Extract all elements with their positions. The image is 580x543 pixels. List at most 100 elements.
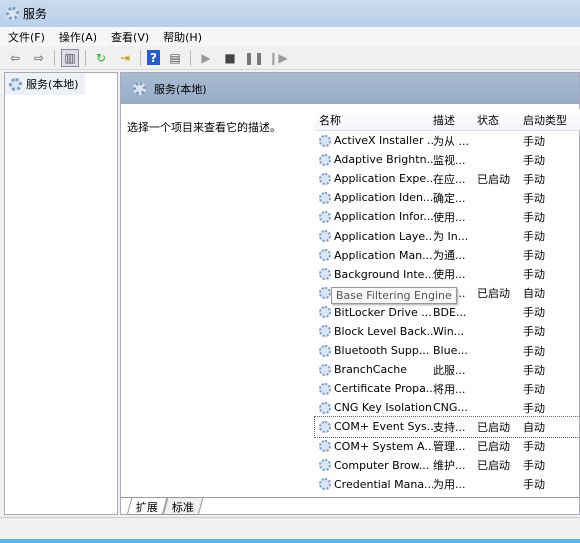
service-name: Background Inte... bbox=[334, 267, 433, 281]
table-row[interactable]: COM+ System A... 管理... 已启动 手动 bbox=[315, 437, 580, 456]
service-gear-icon bbox=[319, 230, 331, 243]
cell-startup-type: 手动 bbox=[523, 249, 545, 263]
cell-startup-type: 手动 bbox=[523, 478, 545, 492]
tree-node-services-local[interactable]: 服务(本地) bbox=[5, 73, 85, 95]
cell-startup-type: 手动 bbox=[523, 268, 545, 282]
service-name: CNG Key Isolation bbox=[334, 401, 432, 415]
service-gear-icon bbox=[319, 440, 331, 453]
cell-startup-type: 手动 bbox=[523, 306, 545, 320]
forward-icon[interactable]: ⇨ bbox=[30, 49, 48, 67]
service-name: Application Expe... bbox=[334, 172, 433, 186]
cell-startup-type: 手动 bbox=[523, 134, 545, 148]
properties-icon[interactable]: ▤ bbox=[166, 49, 184, 67]
service-gear-icon bbox=[319, 459, 331, 472]
cell-startup-type: 手动 bbox=[523, 153, 545, 167]
pause-icon[interactable]: ❚❚ bbox=[244, 49, 264, 67]
refresh-icon[interactable]: ↻ bbox=[92, 49, 110, 67]
cell-description: 将用... bbox=[433, 382, 466, 396]
back-icon[interactable]: ⇦ bbox=[6, 49, 24, 67]
console-tree: 服务(本地) bbox=[4, 72, 118, 515]
column-status[interactable]: 状态 bbox=[477, 112, 523, 128]
table-row[interactable]: COM+ Event Sys... 支持... 已启动 自动 bbox=[314, 416, 580, 438]
cell-description: BDE... bbox=[433, 305, 467, 319]
cell-status: 已启动 bbox=[477, 287, 510, 301]
menu-help[interactable]: 帮助(H) bbox=[163, 29, 202, 45]
cell-startup-type: 手动 bbox=[523, 459, 545, 473]
tab-extended[interactable]: 扩展 bbox=[126, 498, 168, 515]
cell-startup-type: 手动 bbox=[523, 401, 545, 415]
service-name: BranchCache bbox=[334, 363, 408, 377]
list-header: 名称 描述 状态 启动类型 bbox=[315, 109, 580, 131]
table-row[interactable]: Application Man... 为通... 手动 bbox=[315, 246, 580, 265]
cell-name: COM+ Event Sys... bbox=[315, 420, 433, 433]
service-name: ActiveX Installer ... bbox=[334, 134, 433, 148]
service-name: Computer Brow... bbox=[334, 458, 430, 472]
table-row[interactable]: BranchCache 此服... 手动 bbox=[315, 360, 580, 379]
table-row[interactable]: BitLocker Drive ... BDE... 手动 bbox=[315, 303, 580, 322]
column-description[interactable]: 描述 bbox=[433, 112, 477, 128]
table-row[interactable]: Application Iden... 确定... 手动 bbox=[315, 188, 580, 207]
cell-description: 为用... bbox=[433, 478, 466, 492]
help-icon[interactable]: ? bbox=[147, 50, 160, 65]
start-icon[interactable]: ▶ bbox=[197, 49, 215, 67]
table-row[interactable]: Bluetooth Supp... Blue... 手动 bbox=[315, 341, 580, 360]
stop-icon[interactable]: ■ bbox=[221, 49, 239, 67]
table-row[interactable]: Block Level Back... Win... 手动 bbox=[315, 322, 580, 341]
service-gear-icon bbox=[319, 363, 331, 376]
cell-name: Computer Brow... bbox=[315, 459, 433, 472]
cell-name: Adaptive Brightn... bbox=[315, 153, 433, 166]
table-row[interactable]: Application Infor... 使用... 手动 bbox=[315, 207, 580, 226]
cell-description: 此服... bbox=[433, 363, 466, 377]
tree-node-label: 服务(本地) bbox=[26, 78, 79, 91]
resume-icon[interactable]: ❙▶ bbox=[268, 49, 287, 67]
menu-action[interactable]: 操作(A) bbox=[59, 29, 97, 45]
cell-description: 为 In... bbox=[433, 230, 469, 244]
table-row[interactable]: Credential Mana... 为用... 手动 bbox=[315, 475, 580, 494]
table-row[interactable]: Computer Brow... 维护... 已启动 手动 bbox=[315, 456, 580, 475]
column-name[interactable]: 名称 bbox=[315, 112, 433, 128]
cell-description: 支持... bbox=[433, 420, 466, 434]
table-row[interactable]: Application Laye... 为 In... 手动 bbox=[315, 226, 580, 245]
description-text: 选择一个项目来查看它的描述。 bbox=[127, 121, 281, 134]
table-row[interactable]: Background Inte... 使用... 手动 bbox=[315, 265, 580, 284]
cell-name: Application Infor... bbox=[315, 210, 433, 223]
pane-title: 服务(本地) bbox=[154, 82, 207, 96]
menu-bar: 文件(F) 操作(A) 查看(V) 帮助(H) bbox=[0, 27, 580, 46]
service-name: Certificate Propa... bbox=[334, 382, 433, 396]
cell-description: Blue... bbox=[433, 344, 468, 358]
service-name: Adaptive Brightn... bbox=[334, 153, 433, 167]
cell-status: 已启动 bbox=[477, 420, 510, 434]
table-row[interactable]: ActiveX Installer ... 为从 ... 手动 bbox=[315, 131, 580, 150]
divider bbox=[140, 49, 141, 66]
table-row[interactable]: Adaptive Brightn... 监视... 手动 bbox=[315, 150, 580, 169]
cell-description: 管理... bbox=[433, 440, 466, 454]
show-console-tree-icon[interactable]: ▥ bbox=[61, 48, 79, 67]
cell-description: 维护... bbox=[433, 459, 466, 473]
table-row[interactable]: Application Expe... 在应... 已启动 手动 bbox=[315, 169, 580, 188]
cell-startup-type: 手动 bbox=[523, 363, 545, 377]
service-gear-icon bbox=[319, 344, 331, 357]
service-gear-icon bbox=[319, 172, 331, 185]
menu-file[interactable]: 文件(F) bbox=[8, 29, 45, 45]
window-title: 服务 bbox=[23, 7, 48, 21]
tab-standard[interactable]: 标准 bbox=[162, 498, 204, 515]
cell-description: 监视... bbox=[433, 153, 466, 167]
service-gear-icon bbox=[319, 249, 331, 262]
service-name: COM+ System A... bbox=[334, 439, 433, 453]
title-bar: 服务 bbox=[0, 0, 580, 27]
table-row[interactable]: Certificate Propa... 将用... 手动 bbox=[315, 379, 580, 398]
cell-description: Win... bbox=[433, 324, 465, 338]
menu-view[interactable]: 查看(V) bbox=[111, 29, 149, 45]
service-name: Application Man... bbox=[334, 248, 433, 262]
divider bbox=[85, 49, 86, 66]
services-icon bbox=[9, 77, 22, 91]
cell-name: BitLocker Drive ... bbox=[315, 306, 433, 319]
cell-name: COM+ System A... bbox=[315, 440, 433, 453]
export-list-icon[interactable]: ⇥ bbox=[116, 49, 134, 67]
cell-startup-type: 自动 bbox=[523, 287, 545, 301]
table-row[interactable]: CNG Key Isolation CNG... 手动 bbox=[315, 398, 580, 417]
cell-description: CNG... bbox=[433, 401, 468, 415]
column-startup-type[interactable]: 启动类型 bbox=[523, 112, 573, 128]
cell-startup-type: 手动 bbox=[523, 191, 545, 205]
service-gear-icon bbox=[319, 478, 331, 491]
